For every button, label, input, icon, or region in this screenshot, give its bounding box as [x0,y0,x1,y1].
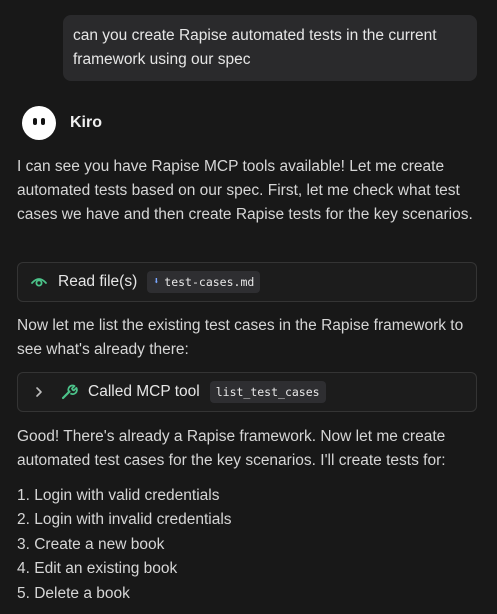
tool-call-mcp[interactable]: Called MCP tool list_test_cases [17,372,477,412]
test-scenario-list: 1. Login with valid credentials 2. Login… [17,484,232,606]
tool-call-label: Called MCP tool [88,383,200,400]
list-item: 5. Delete a book [17,584,130,602]
file-chip[interactable]: ⬇ test-cases.md [147,271,261,293]
agent-name: Kiro [70,114,102,131]
file-chip-label: test-cases.md [164,275,255,289]
kiro-avatar-icon [22,106,56,140]
agent-good-text: Good! There's already a Rapise framework… [17,428,446,469]
agent-header: Kiro [22,106,102,140]
user-message-bubble: can you create Rapise automated tests in… [63,15,477,81]
chevron-right-icon[interactable] [34,386,44,398]
list-item: 2. Login with invalid credentials [17,511,232,529]
agent-intro-text: I can see you have Rapise MCP tools avai… [17,158,473,223]
wrench-icon [61,384,78,400]
list-item: 1. Login with valid credentials [17,487,220,504]
agent-list-intro-text: Now let me list the existing test cases … [17,317,464,358]
tool-name-chip: list_test_cases [209,381,326,403]
tool-call-label: Read file(s) [58,273,138,290]
download-arrow-icon: ⬇ [153,276,160,287]
list-item: 4. Edit an existing book [17,560,178,578]
eye-icon [31,278,47,287]
list-item: 3. Create a new book [17,535,165,553]
tool-name-chip-label: list_test_cases [215,385,320,399]
user-message-text: can you create Rapise automated tests in… [73,27,437,68]
tool-call-read-files[interactable]: Read file(s) ⬇ test-cases.md [17,262,477,302]
